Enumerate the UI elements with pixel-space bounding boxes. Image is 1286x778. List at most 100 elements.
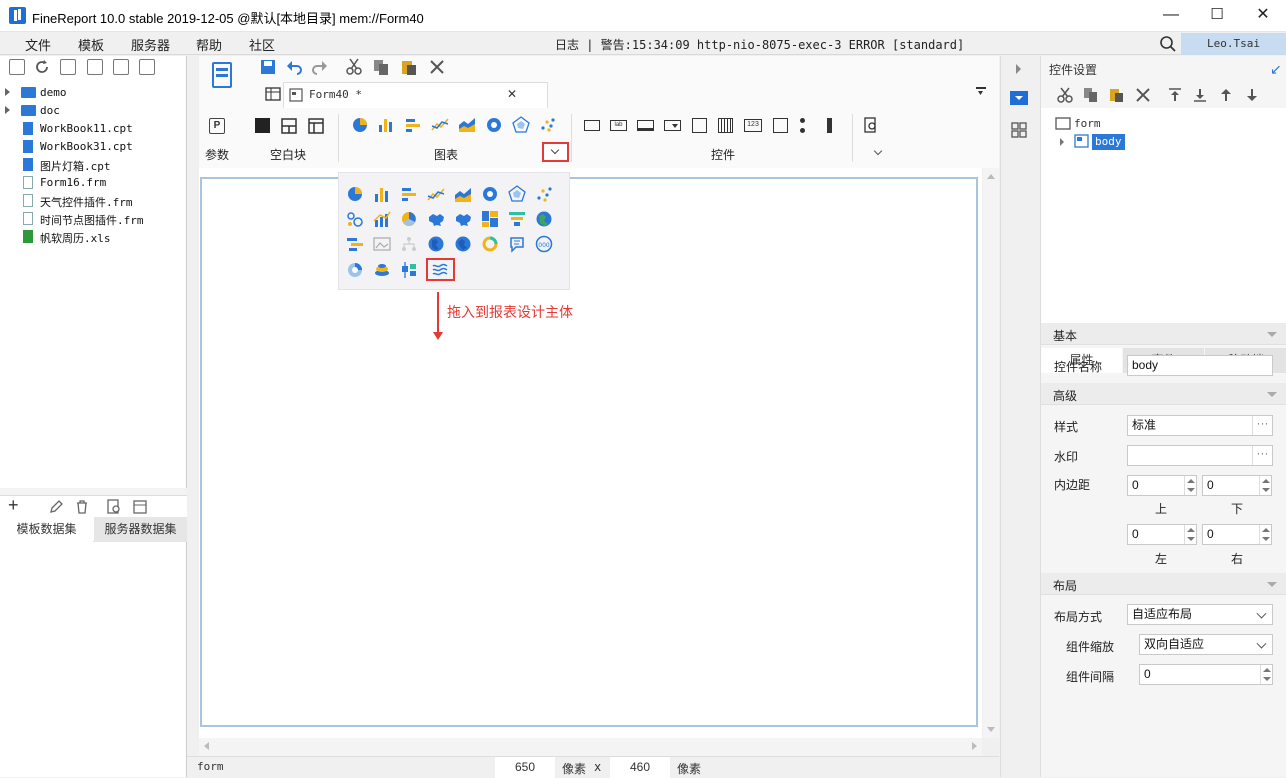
expand-icon[interactable] (5, 88, 10, 96)
tree-item[interactable]: 天气控件插件.frm (0, 192, 187, 210)
stepper-icon[interactable] (1184, 525, 1196, 544)
move-down-icon[interactable] (1244, 87, 1260, 103)
vertical-scrollbar[interactable] (983, 168, 999, 738)
earth-icon[interactable] (428, 236, 444, 252)
grid-icon[interactable] (265, 87, 281, 101)
undo-icon[interactable] (285, 58, 303, 76)
section-basic[interactable]: 基本 (1041, 323, 1286, 345)
delete-icon[interactable] (113, 59, 129, 75)
style-input[interactable]: 标准 ··· (1127, 415, 1273, 436)
line-icon[interactable] (431, 116, 449, 134)
paste-icon[interactable] (400, 58, 418, 76)
bar-icon[interactable] (377, 116, 395, 134)
preview-icon[interactable] (106, 499, 122, 515)
tree-node-body[interactable]: body (1092, 134, 1125, 150)
delete-icon[interactable] (74, 499, 90, 515)
textbox-icon[interactable] (584, 120, 600, 131)
radar-icon[interactable] (512, 116, 530, 134)
watermark-input[interactable]: ··· (1127, 445, 1273, 466)
tree-item[interactable]: WorkBook31.cpt (0, 138, 187, 156)
widget-settings-icon[interactable] (1010, 91, 1028, 105)
donut-icon[interactable] (402, 212, 416, 226)
template-tab[interactable]: Form40 * ✕ (283, 82, 548, 108)
pie-icon[interactable] (348, 187, 362, 201)
watermark-ellipsis-button[interactable]: ··· (1252, 446, 1272, 465)
number-icon[interactable]: 123 (744, 119, 762, 132)
search-widget-icon[interactable] (863, 117, 879, 133)
chart-expand-button[interactable] (542, 142, 569, 162)
copy-icon[interactable] (372, 58, 390, 76)
line-icon[interactable] (427, 188, 445, 201)
scatter-icon[interactable] (539, 116, 557, 134)
close-button[interactable]: ✕ (1240, 0, 1286, 32)
refresh-icon[interactable] (34, 59, 50, 75)
area-icon[interactable] (455, 188, 471, 202)
splitter[interactable] (0, 488, 187, 495)
move-top-icon[interactable] (1167, 87, 1183, 103)
chevron-down-icon[interactable] (1252, 605, 1272, 624)
tree-item[interactable]: 帆软周历.xls (0, 228, 187, 246)
paste-icon[interactable] (1109, 87, 1125, 103)
tree-root-form[interactable]: form (1074, 117, 1101, 130)
split-block-icon[interactable] (281, 118, 297, 134)
log-status[interactable]: 日志 | 警告:15:34:09 http-nio-8075-exec-3 ER… (555, 36, 964, 53)
cut-icon[interactable] (1057, 87, 1073, 103)
radar-icon[interactable] (508, 185, 526, 202)
bar-icon[interactable] (375, 188, 388, 202)
menu-template[interactable]: 模板 (78, 35, 104, 54)
minimize-button[interactable]: — (1148, 0, 1194, 32)
date-icon[interactable] (692, 118, 707, 133)
tree-item[interactable]: doc (0, 102, 187, 120)
radio-group-icon[interactable] (800, 118, 815, 133)
menu-community[interactable]: 社区 (249, 35, 275, 54)
move-bottom-icon[interactable] (1192, 87, 1208, 103)
hbar-icon[interactable] (404, 116, 422, 134)
tree-item[interactable]: WorkBook11.cpt (0, 120, 187, 138)
form-body-canvas[interactable] (200, 177, 978, 727)
tree-item[interactable]: 时间节点图插件.frm (0, 210, 187, 228)
padding-bottom-input[interactable]: 0 (1202, 475, 1272, 496)
horizontal-scrollbar[interactable] (199, 738, 982, 756)
wave-chart-icon[interactable] (426, 258, 455, 281)
copy-icon[interactable] (1083, 87, 1099, 103)
map-icon[interactable] (429, 214, 444, 226)
tab-template-dataset[interactable]: 模板数据集 (0, 517, 93, 542)
checkbox-group-icon[interactable] (827, 118, 842, 133)
scale-select[interactable]: 双向自适应 (1139, 634, 1273, 655)
button-icon[interactable] (637, 120, 654, 131)
number-icon[interactable]: 000 (535, 235, 553, 253)
word-cloud-icon[interactable] (510, 237, 524, 253)
tree-item[interactable]: Form16.frm (0, 174, 187, 192)
gap-input[interactable]: 0 (1139, 664, 1273, 685)
earth2-icon[interactable] (455, 236, 471, 252)
collapse-right-icon[interactable] (1016, 64, 1021, 74)
stepper-icon[interactable] (1259, 476, 1271, 495)
user-name[interactable]: Leo.Tsai (1181, 33, 1286, 55)
tree-icon[interactable] (402, 237, 416, 251)
section-advanced[interactable]: 高级 (1041, 383, 1286, 405)
style-ellipsis-button[interactable]: ··· (1252, 416, 1272, 435)
gauge-icon[interactable] (485, 116, 503, 134)
frame-icon[interactable] (373, 237, 391, 251)
new-folder-icon[interactable] (9, 59, 25, 75)
ring-icon[interactable] (482, 236, 498, 252)
combo-box-icon[interactable] (664, 120, 681, 131)
padding-right-input[interactable]: 0 (1202, 524, 1272, 545)
stepper-icon[interactable] (1260, 665, 1272, 684)
pie-icon[interactable] (351, 116, 369, 134)
section-layout[interactable]: 布局 (1041, 573, 1286, 595)
area-icon[interactable] (458, 116, 476, 134)
parameter-icon[interactable]: P (209, 118, 225, 134)
hbar-icon[interactable] (402, 188, 416, 201)
search-icon[interactable] (1159, 35, 1177, 53)
expand-icon[interactable] (5, 106, 10, 114)
funnel-icon[interactable] (509, 212, 525, 226)
bubble-icon[interactable] (347, 212, 363, 227)
padding-left-input[interactable]: 0 (1127, 524, 1197, 545)
add-icon[interactable]: + (8, 495, 19, 516)
gantt-icon[interactable] (347, 238, 363, 251)
padding-top-input[interactable]: 0 (1127, 475, 1197, 496)
widget-expand-icon[interactable] (873, 146, 883, 156)
width-input[interactable]: 650 (495, 757, 555, 778)
block-icon[interactable] (255, 118, 270, 133)
